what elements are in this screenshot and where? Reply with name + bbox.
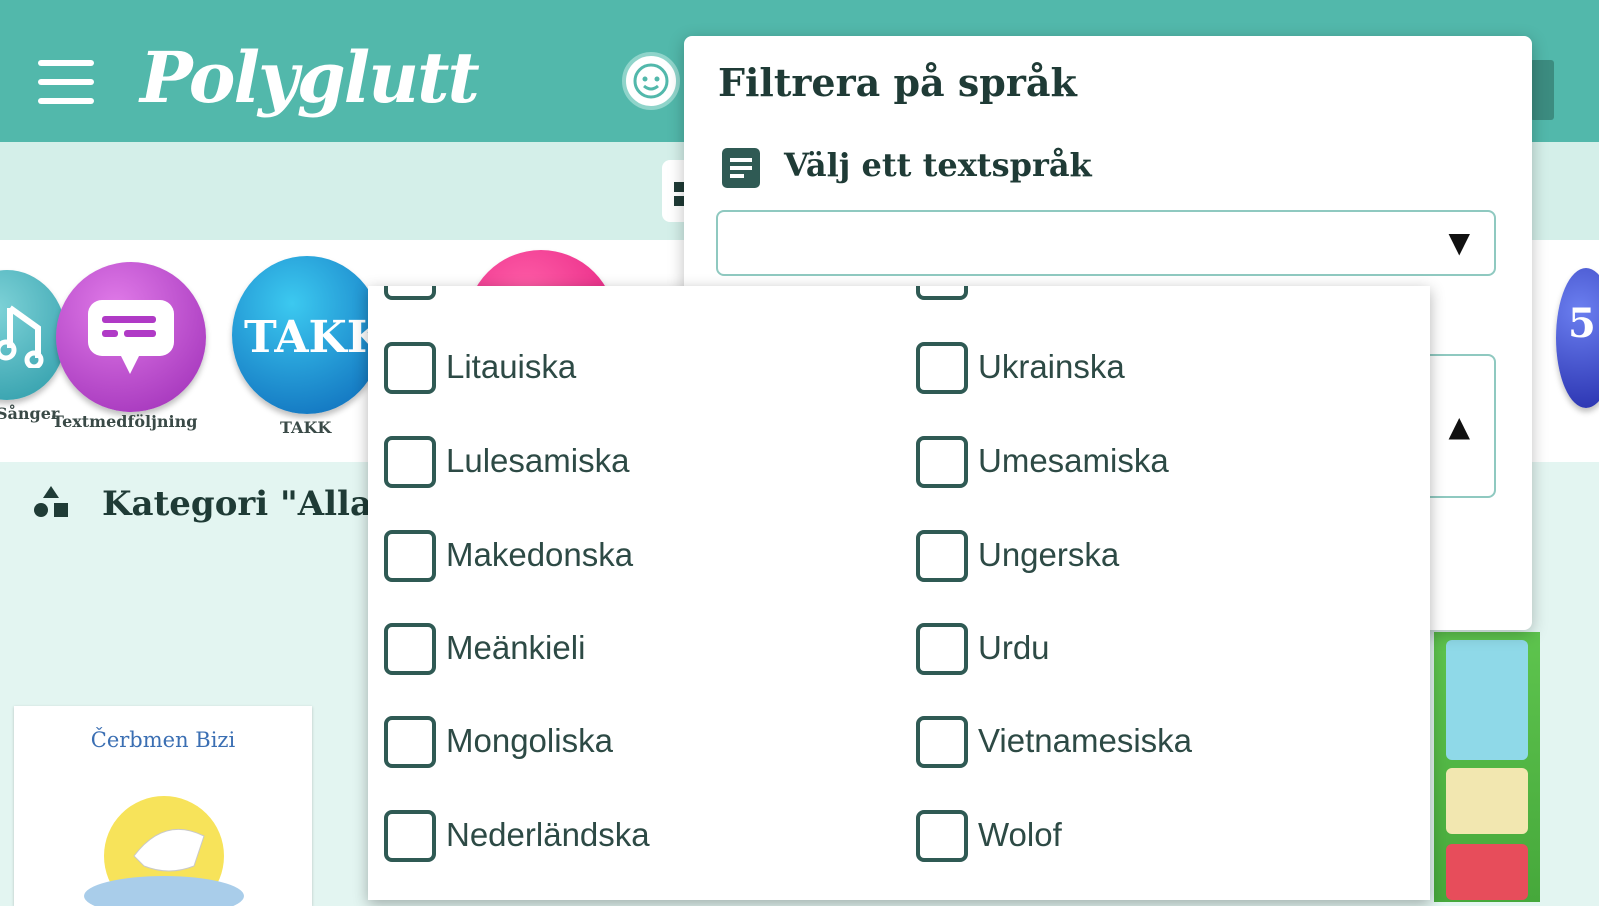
language-option-label: Vietnamesiska	[978, 722, 1193, 759]
age-5-badge: 5	[1568, 300, 1596, 347]
language-option-label: Mongoliska	[446, 722, 613, 759]
checkbox[interactable]	[916, 436, 968, 488]
checkbox[interactable]	[916, 530, 968, 582]
music-notes-icon	[0, 305, 44, 368]
checkbox[interactable]	[916, 623, 968, 675]
takk-badge: TAKK	[244, 312, 385, 363]
book-title: Čerbmen Bizi	[90, 728, 236, 752]
category-label-text-follow: Textmedföljning	[52, 412, 198, 431]
book-card[interactable]: Čerbmen Bizi	[14, 706, 312, 906]
book-cover-illustration	[84, 796, 244, 906]
language-dropdown-list[interactable]: Litauiska Lulesamiska Makedonska Meänkie…	[368, 286, 1430, 900]
checkbox-partial[interactable]	[916, 286, 968, 300]
checkbox[interactable]	[916, 716, 968, 768]
language-option-label: Makedonska	[446, 536, 634, 573]
checkbox-partial[interactable]	[384, 286, 436, 300]
category-label-songs: Sånger	[0, 404, 60, 423]
chevron-up-icon: ▲	[1448, 410, 1470, 443]
checkbox[interactable]	[384, 342, 436, 394]
checkbox[interactable]	[384, 810, 436, 862]
category-heading: Kategori "Alla	[102, 484, 372, 524]
chevron-down-icon: ▼	[1448, 226, 1470, 259]
text-language-label: Välj ett textspråk	[784, 146, 1092, 184]
category-label-takk: TAKK	[280, 418, 332, 437]
language-option-label: Umesamiska	[978, 442, 1169, 479]
checkbox[interactable]	[384, 436, 436, 488]
language-option-label: Wolof	[978, 816, 1062, 853]
chat-bubble-icon	[88, 300, 174, 374]
language-option-label: Meänkieli	[446, 629, 586, 666]
language-option-label: Nederländska	[446, 816, 650, 853]
shapes-icon	[34, 486, 68, 517]
hamburger-menu-icon[interactable]	[38, 60, 94, 108]
language-option-label: Litauiska	[446, 348, 577, 385]
language-option-label: Ukrainska	[978, 348, 1125, 385]
side-book-cover[interactable]	[1434, 632, 1540, 902]
document-icon	[722, 148, 760, 188]
polyglutt-logo[interactable]: Polyglutt	[140, 36, 480, 119]
checkbox[interactable]	[384, 530, 436, 582]
language-option-label: Ungerska	[978, 536, 1120, 573]
checkbox[interactable]	[916, 342, 968, 394]
checkbox[interactable]	[916, 810, 968, 862]
language-option-label: Urdu	[978, 629, 1050, 666]
child-face-icon[interactable]	[622, 52, 680, 110]
checkbox[interactable]	[384, 623, 436, 675]
filter-panel-title: Filtrera på språk	[718, 60, 1077, 105]
language-option-label: Lulesamiska	[446, 442, 630, 479]
text-language-select[interactable]: ▼	[716, 210, 1496, 276]
header-right-icon[interactable]	[1530, 60, 1554, 120]
checkbox[interactable]	[384, 716, 436, 768]
